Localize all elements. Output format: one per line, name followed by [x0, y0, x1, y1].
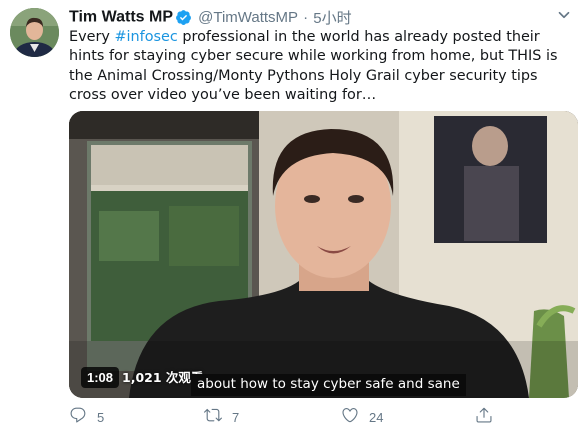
heart-icon: [341, 406, 359, 428]
tweet-timestamp[interactable]: 5小时: [313, 10, 351, 27]
hashtag-link[interactable]: #infosec: [114, 29, 177, 45]
tweet-text-before: Every: [69, 29, 115, 45]
reply-icon: [69, 406, 87, 428]
verified-badge-icon: [175, 9, 192, 26]
like-count: 24: [369, 409, 384, 425]
video-caption: about how to stay cyber safe and sane: [191, 374, 466, 396]
retweet-icon: [204, 406, 222, 428]
tweet-actions: 5 7 24: [69, 404, 499, 430]
share-icon: [475, 406, 493, 428]
tweet[interactable]: Tim Watts MP @TimWattsMP · 5小时 Every #in…: [0, 0, 587, 436]
reply-button[interactable]: 5: [69, 404, 104, 430]
like-button[interactable]: 24: [341, 404, 383, 430]
tweet-header: Tim Watts MP @TimWattsMP · 5小时: [69, 7, 352, 28]
share-button[interactable]: [475, 404, 493, 430]
video-frame: [69, 111, 578, 398]
video-player[interactable]: 1:08 1,021 次观看 about how to stay cyber s…: [69, 111, 578, 398]
chevron-down-icon[interactable]: [555, 6, 573, 24]
reply-count: 5: [97, 409, 105, 425]
retweet-button[interactable]: 7: [204, 404, 239, 430]
video-duration: 1:08: [81, 367, 120, 388]
tweet-text: Every #infosec professional in the world…: [69, 28, 579, 106]
retweet-count: 7: [232, 409, 240, 425]
separator-dot: ·: [303, 9, 309, 26]
author-handle[interactable]: @TimWattsMP: [198, 9, 298, 26]
author-name[interactable]: Tim Watts MP: [69, 9, 173, 26]
avatar[interactable]: [10, 8, 59, 57]
